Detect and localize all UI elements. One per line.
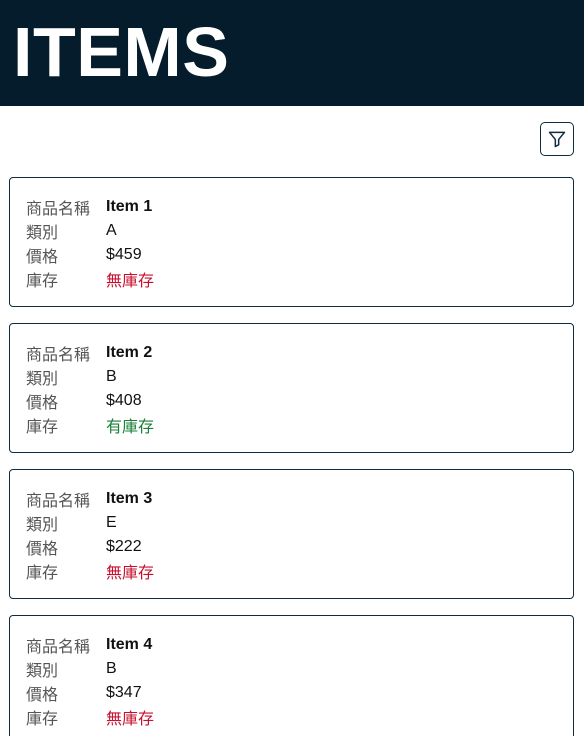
item-price: $347 <box>106 684 142 701</box>
item-card: 商品名稱 Item 3 類別 E 價格 $222 庫存 無庫存 <box>9 469 574 599</box>
stock-row: 庫存 有庫存 <box>26 413 573 437</box>
category-row: 類別 A <box>26 219 573 243</box>
item-price: $222 <box>106 538 142 555</box>
category-label: 類別 <box>26 225 59 242</box>
item-card: 商品名稱 Item 1 類別 A 價格 $459 庫存 無庫存 <box>9 177 574 307</box>
name-label: 商品名稱 <box>26 639 91 656</box>
price-label: 價格 <box>26 249 59 266</box>
category-label: 類別 <box>26 371 59 388</box>
item-price: $459 <box>106 246 142 263</box>
name-row: 商品名稱 Item 4 <box>26 633 573 657</box>
page-title: ITEMS <box>13 13 230 91</box>
page-header: ITEMS <box>0 0 584 106</box>
price-row: 價格 $459 <box>26 243 573 267</box>
item-stock-status: 無庫存 <box>106 565 155 582</box>
name-label: 商品名稱 <box>26 347 91 364</box>
toolbar <box>0 106 584 177</box>
name-label: 商品名稱 <box>26 493 91 510</box>
category-label: 類別 <box>26 663 59 680</box>
category-row: 類別 B <box>26 365 573 389</box>
stock-label: 庫存 <box>26 419 59 436</box>
stock-label: 庫存 <box>26 711 59 728</box>
stock-row: 庫存 無庫存 <box>26 559 573 583</box>
stock-row: 庫存 無庫存 <box>26 267 573 291</box>
category-label: 類別 <box>26 517 59 534</box>
name-row: 商品名稱 Item 1 <box>26 195 573 219</box>
price-row: 價格 $347 <box>26 681 573 705</box>
price-label: 價格 <box>26 541 59 558</box>
category-row: 類別 B <box>26 657 573 681</box>
item-name: Item 4 <box>106 636 153 653</box>
item-card: 商品名稱 Item 2 類別 B 價格 $408 庫存 有庫存 <box>9 323 574 453</box>
item-name: Item 2 <box>106 344 153 361</box>
name-label: 商品名稱 <box>26 201 91 218</box>
item-list: 商品名稱 Item 1 類別 A 價格 $459 庫存 無庫存 商品名稱 Ite… <box>0 177 584 736</box>
stock-label: 庫存 <box>26 565 59 582</box>
filter-icon <box>547 129 567 149</box>
item-stock-status: 無庫存 <box>106 711 155 728</box>
item-stock-status: 有庫存 <box>106 419 155 436</box>
item-category: E <box>106 514 117 531</box>
item-name: Item 1 <box>106 198 153 215</box>
item-price: $408 <box>106 392 142 409</box>
name-row: 商品名稱 Item 2 <box>26 341 573 365</box>
stock-label: 庫存 <box>26 273 59 290</box>
item-stock-status: 無庫存 <box>106 273 155 290</box>
name-row: 商品名稱 Item 3 <box>26 487 573 511</box>
category-row: 類別 E <box>26 511 573 535</box>
stock-row: 庫存 無庫存 <box>26 705 573 729</box>
price-row: 價格 $222 <box>26 535 573 559</box>
item-category: B <box>106 660 117 677</box>
price-row: 價格 $408 <box>26 389 573 413</box>
item-name: Item 3 <box>106 490 153 507</box>
item-category: B <box>106 368 117 385</box>
item-category: A <box>106 222 117 239</box>
price-label: 價格 <box>26 687 59 704</box>
item-card: 商品名稱 Item 4 類別 B 價格 $347 庫存 無庫存 <box>9 615 574 736</box>
price-label: 價格 <box>26 395 59 412</box>
filter-button[interactable] <box>540 122 574 156</box>
